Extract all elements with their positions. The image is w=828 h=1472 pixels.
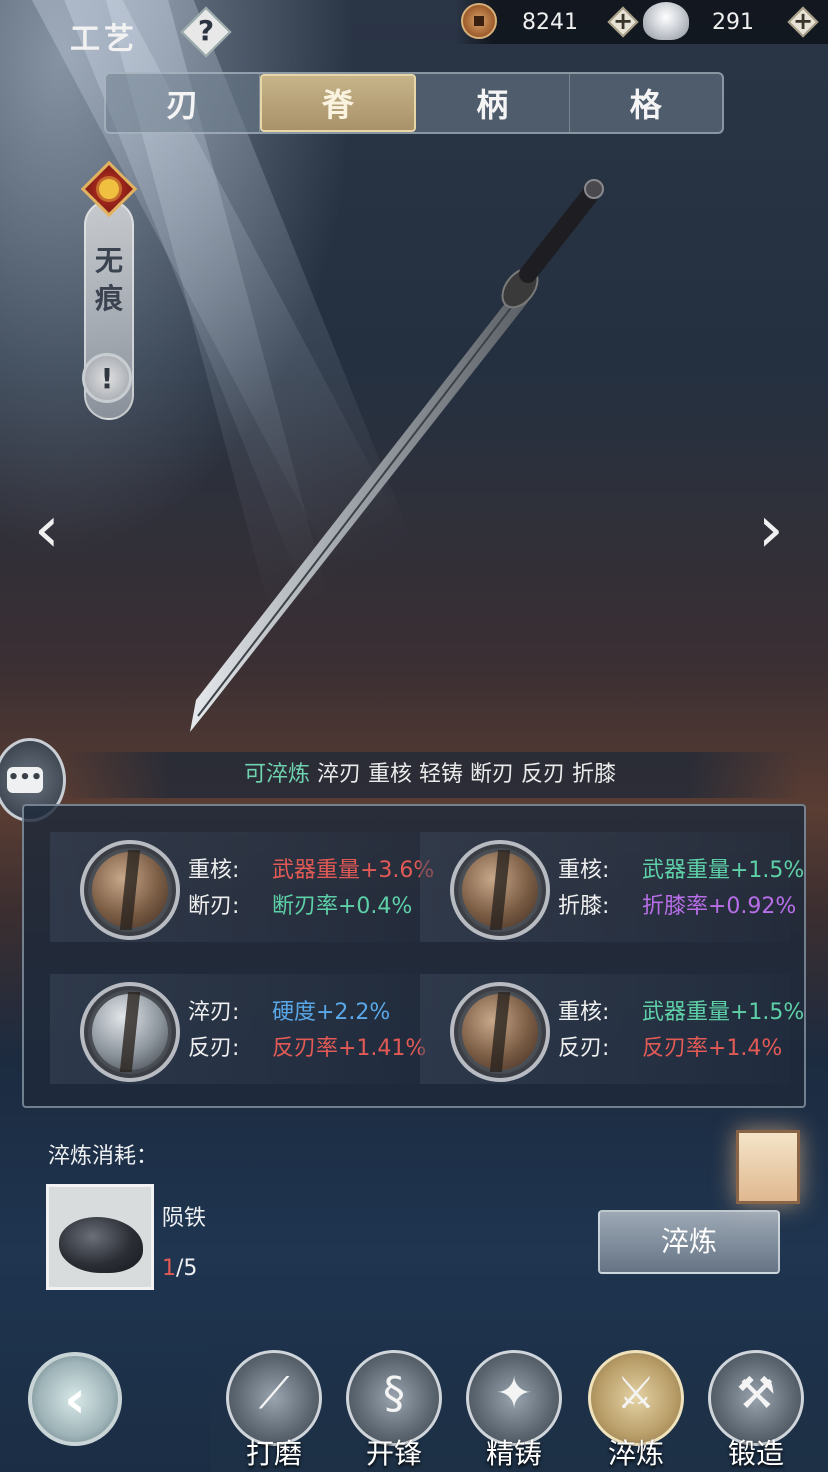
- result-row: 重核: 武器重量+1.5%: [558, 994, 804, 1026]
- weapon-part-tabs: 刃 脊 柄 格: [104, 72, 724, 134]
- stat-value: 反刃率+1.4%: [642, 1036, 783, 1061]
- nav-label: 淬炼: [607, 1437, 664, 1470]
- sun-emblem-icon: [80, 160, 138, 218]
- nav-glyph: ⟋: [258, 1368, 290, 1419]
- result-card[interactable]: 重核: 武器重量+1.5% 折膝: 折膝率+0.92%: [420, 832, 804, 942]
- plus-symbol: +: [792, 7, 814, 35]
- tab-spine[interactable]: 脊: [259, 74, 416, 132]
- material-required: /5: [176, 1256, 198, 1281]
- material-name: 陨铁: [162, 1206, 207, 1231]
- tab-handle[interactable]: 柄: [416, 74, 570, 132]
- copper-coin-icon: [461, 3, 497, 39]
- result-row: 重核: 武器重量+1.5%: [558, 852, 804, 884]
- nav-forge[interactable]: ⚒ 锻造: [704, 1350, 808, 1472]
- stat-value: 武器重量+1.5%: [642, 1000, 805, 1025]
- stat-value: 武器重量+3.6%: [272, 858, 435, 883]
- medal-icon: [80, 840, 180, 940]
- nav-glyph: ⚒: [736, 1368, 776, 1419]
- plus-symbol: +: [612, 7, 634, 35]
- material-owned: 1: [162, 1256, 176, 1281]
- result-card[interactable]: 淬刃: 硬度+2.2% 反刃: 反刃率+1.41%: [50, 974, 426, 1084]
- medal-icon: [450, 840, 550, 940]
- stat-label: 重核:: [558, 1000, 610, 1025]
- stat-label: 断刃:: [188, 894, 240, 919]
- silver-ingot-icon: [643, 2, 689, 40]
- nav-polish[interactable]: ⟋ 打磨: [222, 1350, 326, 1472]
- result-row: 重核: 武器重量+3.6%: [188, 852, 434, 884]
- material-slot[interactable]: [46, 1184, 154, 1290]
- help-button[interactable]: ?: [180, 6, 232, 58]
- nav-precise-cast[interactable]: ✦ 精铸: [462, 1350, 566, 1472]
- refinable-options: 淬刃 重核 轻铸 断刃 反刃 折膝: [317, 762, 616, 787]
- medal-icon: [80, 982, 180, 1082]
- result-card[interactable]: 重核: 武器重量+1.5% 反刃: 反刃率+1.4%: [420, 974, 804, 1084]
- nav-quench[interactable]: ⚔ 淬炼: [584, 1350, 688, 1472]
- result-row: 淬刃: 硬度+2.2%: [188, 994, 390, 1026]
- exclamation-icon: !: [100, 362, 114, 395]
- silver-amount: 291: [712, 10, 754, 35]
- stat-label: 反刃:: [558, 1036, 610, 1061]
- refine-button[interactable]: 淬炼: [598, 1210, 780, 1274]
- nav-label: 开锋: [365, 1437, 422, 1470]
- nav-label: 打磨: [245, 1437, 302, 1470]
- stat-label: 重核:: [188, 858, 240, 883]
- cost-label: 淬炼消耗：: [48, 1144, 159, 1169]
- stat-value: 硬度+2.2%: [272, 1000, 391, 1025]
- medal-icon: [450, 982, 550, 1082]
- meteoric-iron-icon: [59, 1217, 143, 1273]
- lantern-icon: [736, 1130, 800, 1204]
- stat-label: 淬刃:: [188, 1000, 240, 1025]
- weapon-name: 无痕: [94, 244, 123, 315]
- nav-sharpen[interactable]: § 开锋: [342, 1350, 446, 1472]
- refine-results-panel: 重核: 武器重量+3.6% 断刃: 断刃率+0.4% 重核: 武器重量+1.5% 折膝…: [22, 804, 806, 1108]
- back-button[interactable]: ‹: [28, 1352, 122, 1446]
- material-count: 1/5: [162, 1256, 197, 1281]
- help-symbol: ?: [197, 14, 215, 47]
- nav-label: 锻造: [727, 1437, 784, 1470]
- refinable-options-strip: 可淬炼 淬刃 重核 轻铸 断刃 反刃 折膝: [60, 752, 800, 798]
- refinable-label: 可淬炼: [244, 762, 311, 787]
- nav-glyph: §: [383, 1368, 405, 1419]
- previous-weapon-arrow[interactable]: ‹: [34, 495, 74, 565]
- nav-glyph: ✦: [495, 1368, 533, 1419]
- page-title: 工艺: [70, 22, 138, 57]
- add-silver-button[interactable]: +: [787, 6, 819, 38]
- result-row: 断刃: 断刃率+0.4%: [188, 888, 412, 920]
- stat-value: 反刃率+1.41%: [272, 1036, 427, 1061]
- nav-label: 精铸: [485, 1437, 542, 1470]
- weapon-info-button[interactable]: !: [82, 353, 132, 403]
- stat-label: 反刃:: [188, 1036, 240, 1061]
- result-card[interactable]: 重核: 武器重量+3.6% 断刃: 断刃率+0.4%: [50, 832, 434, 942]
- add-coins-button[interactable]: +: [607, 6, 639, 38]
- result-row: 反刃: 反刃率+1.4%: [558, 1030, 782, 1062]
- stat-value: 折膝率+0.92%: [642, 894, 797, 919]
- currency-bar: [455, 0, 828, 44]
- stat-value: 断刃率+0.4%: [272, 894, 413, 919]
- stat-label: 重核:: [558, 858, 610, 883]
- coin-amount: 8241: [522, 10, 578, 35]
- next-weapon-arrow[interactable]: ›: [758, 495, 798, 565]
- stat-label: 折膝:: [558, 894, 610, 919]
- result-row: 反刃: 反刃率+1.41%: [188, 1030, 426, 1062]
- chat-dots: •••: [7, 767, 43, 788]
- tab-guard[interactable]: 格: [570, 74, 723, 132]
- tab-blade[interactable]: 刃: [106, 74, 260, 132]
- stat-value: 武器重量+1.5%: [642, 858, 805, 883]
- result-row: 折膝: 折膝率+0.92%: [558, 888, 796, 920]
- top-bar: 工艺 ? 8241 + 291 +: [0, 0, 828, 64]
- nav-glyph: ⚔: [616, 1368, 656, 1419]
- back-arrow-icon: ‹: [64, 1370, 86, 1430]
